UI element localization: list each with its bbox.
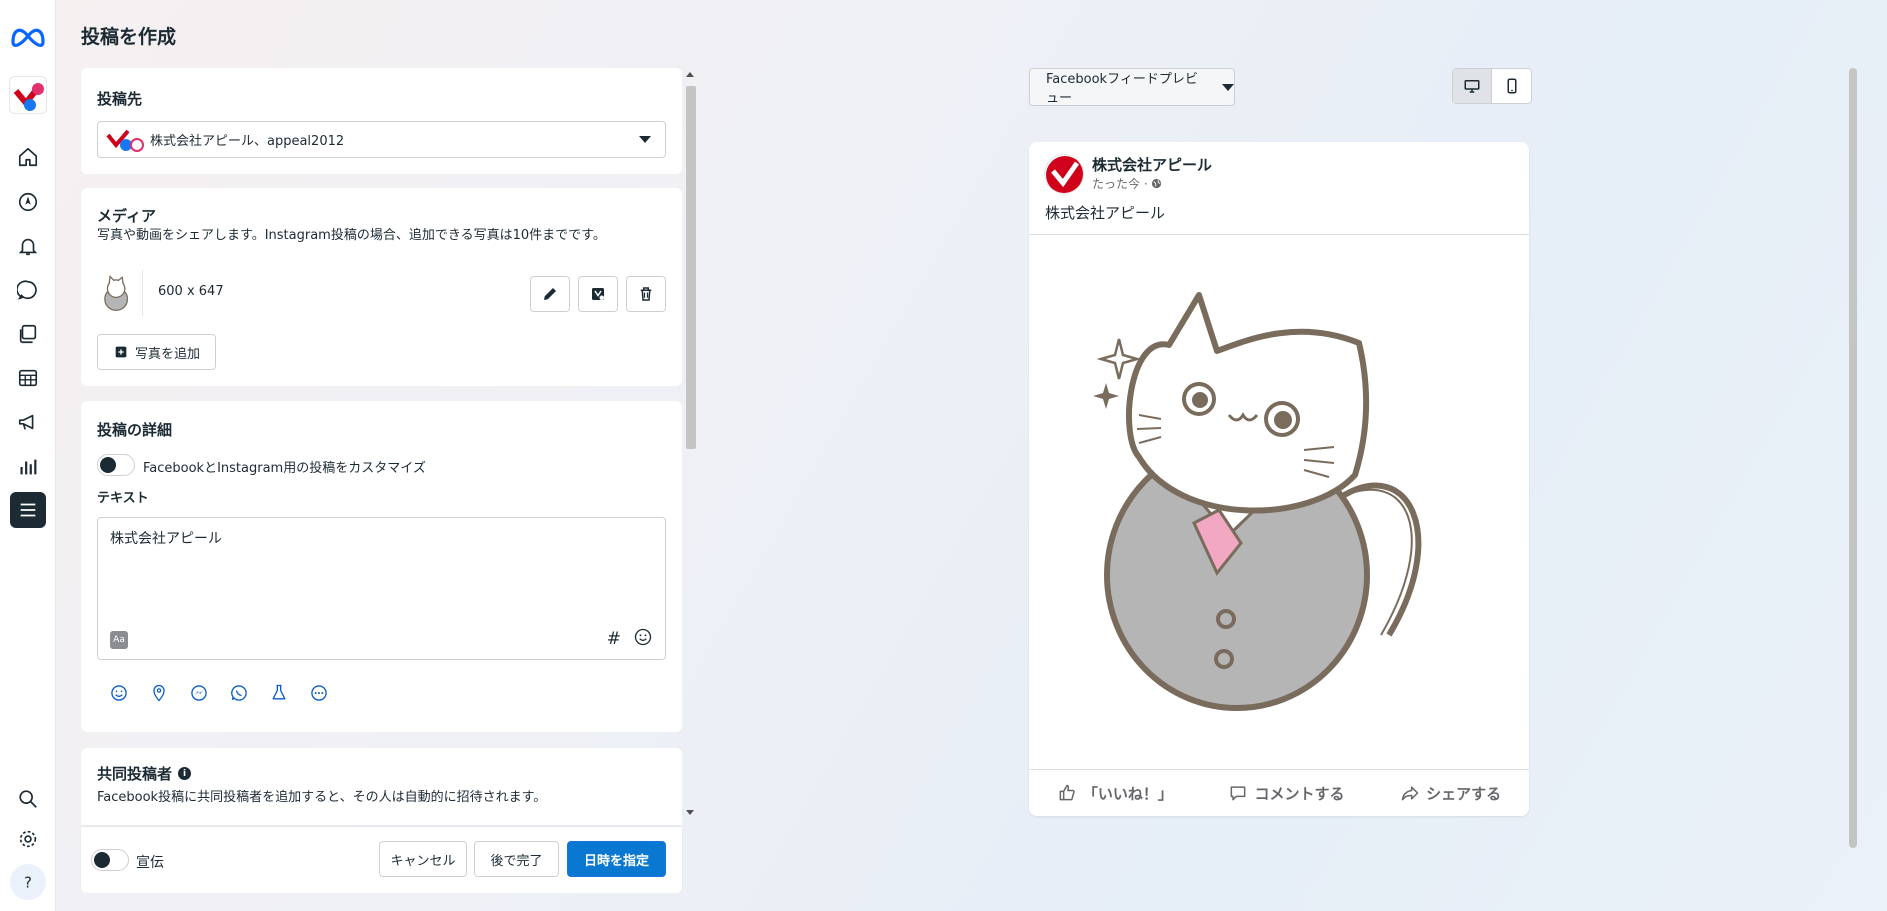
collaborator-card: 共同投稿者 i Facebook投稿に共同投稿者を追加すると、その人は自動的に招… [81,748,682,825]
gear-icon[interactable] [10,821,46,857]
pencil-icon [544,288,556,300]
destination-select[interactable]: 株式会社アピール、appeal2012 [97,121,666,158]
page-name: 株式会社アピール [1092,156,1213,174]
location-pin-icon[interactable] [149,683,169,703]
comment-button[interactable]: コメントする [1228,783,1344,804]
whatsapp-icon[interactable] [229,683,249,703]
desktop-preview-button[interactable] [1453,69,1493,103]
boost-label: 宣伝 [136,855,164,871]
page-title: 投稿を作成 [81,26,177,48]
calendar-grid-icon[interactable] [10,360,46,396]
flask-icon[interactable] [269,683,289,703]
post-form: 投稿先 株式会社アピール、appeal2012 メディア 写真や動画をシェアしま… [81,68,682,825]
cancel-button[interactable]: キャンセル [379,841,467,877]
scroll-down-icon[interactable] [686,810,694,815]
cat-illustration [1093,292,1422,711]
media-card: メディア 写真や動画をシェアします。Instagram投稿の場合、追加できる写真… [81,188,682,386]
more-options-icon[interactable] [309,683,329,703]
preview-type-dropdown[interactable]: Facebookフィードプレビュー [1029,68,1235,106]
schedule-button[interactable]: 日時を指定 [567,841,666,877]
preview-type-label: Facebookフィードプレビュー [1046,72,1198,106]
text-label: テキスト [97,491,149,506]
emoji-icon[interactable] [633,627,653,647]
boost-toggle[interactable] [91,849,129,871]
search-icon[interactable] [10,781,46,817]
post-time-label: たった今 · [1092,177,1152,191]
post-extras-toolbar [109,683,329,703]
preview-scrollbar[interactable] [1849,68,1857,848]
share-button[interactable]: シェアする [1400,783,1501,804]
megaphone-icon[interactable] [10,404,46,440]
share-label: シェアする [1426,784,1502,803]
post-time: たった今 · [1092,175,1162,192]
form-footer: 宣伝 キャンセル 後で完了 日時を指定 [81,827,682,893]
chevron-down-icon [1222,83,1234,91]
trash-icon [640,287,652,301]
help-icon[interactable]: ? [10,864,46,900]
post-image [1029,234,1529,770]
account-logo-icon [106,129,144,152]
meta-logo-icon[interactable] [10,22,46,50]
device-toggle [1452,68,1532,104]
comment-icon [1231,786,1246,801]
image-edit-icon [592,288,604,300]
bell-icon[interactable] [10,228,46,264]
post-actions: 「いいね！」 コメントする シェアする [1029,770,1529,816]
menu-icon[interactable] [10,492,46,528]
feeling-icon[interactable] [109,683,129,703]
add-photo-icon [115,346,127,358]
comment-label: コメントする [1254,784,1345,803]
messenger-icon[interactable] [189,683,209,703]
delete-media-button[interactable] [626,276,666,312]
thumbs-up-icon [1059,784,1075,801]
content-library-icon[interactable] [10,316,46,352]
desktop-icon [1464,80,1480,93]
collab-heading-row: 共同投稿者 i [97,763,192,784]
edit-media-button[interactable] [530,276,570,312]
destination-heading: 投稿先 [97,90,143,108]
post-text-value: 株式会社アピール [110,531,222,547]
compass-icon[interactable] [10,184,46,220]
collab-description: Facebook投稿に共同投稿者を追加すると、その人は自動的に招待されます。 [97,790,547,805]
destination-value: 株式会社アピール、appeal2012 [150,134,345,149]
form-scroll-thumb[interactable] [686,86,696,449]
media-description: 写真や動画をシェアします。Instagram投稿の場合、追加できる写真は10件ま… [97,228,606,243]
text-format-icon[interactable]: Aa [110,631,128,649]
scroll-up-icon[interactable] [686,72,694,77]
globe-icon [1152,178,1162,189]
add-photo-label: 写真を追加 [134,346,200,362]
home-icon[interactable] [10,139,46,175]
post-text-preview: 株式会社アピール [1045,204,1166,222]
mobile-preview-button[interactable] [1492,69,1531,103]
left-nav-rail: ? [0,0,56,911]
customize-label: FacebookとInstagram用の投稿をカスタマイズ [143,461,426,476]
chat-bubble-icon[interactable] [10,272,46,308]
share-arrow-icon [1401,786,1419,801]
details-heading: 投稿の詳細 [97,421,173,439]
collab-heading: 共同投稿者 [97,765,173,783]
destination-card: 投稿先 株式会社アピール、appeal2012 [81,68,682,174]
media-size: 600 x 647 [158,284,224,299]
hashtag-icon[interactable]: # [607,629,621,649]
facebook-post-preview: 株式会社アピール たった今 · 株式会社アピール 「いいね！」 コメントする シ… [1029,142,1529,816]
finish-later-button[interactable]: 後で完了 [474,841,559,877]
svg-text:?: ? [24,875,32,892]
add-photo-button[interactable]: 写真を追加 [97,334,216,370]
media-tools-button[interactable] [578,276,618,312]
like-label: 「いいね！」 [1082,784,1173,803]
post-text-input[interactable]: 株式会社アピール Aa # [97,517,666,660]
chevron-down-icon [639,136,651,143]
page-avatar [1044,154,1084,194]
customize-toggle[interactable] [97,454,135,476]
account-avatar[interactable] [9,76,47,114]
post-details-card: 投稿の詳細 FacebookとInstagram用の投稿をカスタマイズ テキスト… [81,401,682,732]
mobile-icon [1507,78,1516,94]
like-button[interactable]: 「いいね！」 [1057,783,1173,804]
bar-chart-icon[interactable] [10,449,46,485]
media-thumbnail[interactable] [97,270,143,316]
info-icon[interactable]: i [178,767,192,780]
form-scrollbar[interactable] [684,68,696,820]
media-heading: メディア [97,207,156,225]
